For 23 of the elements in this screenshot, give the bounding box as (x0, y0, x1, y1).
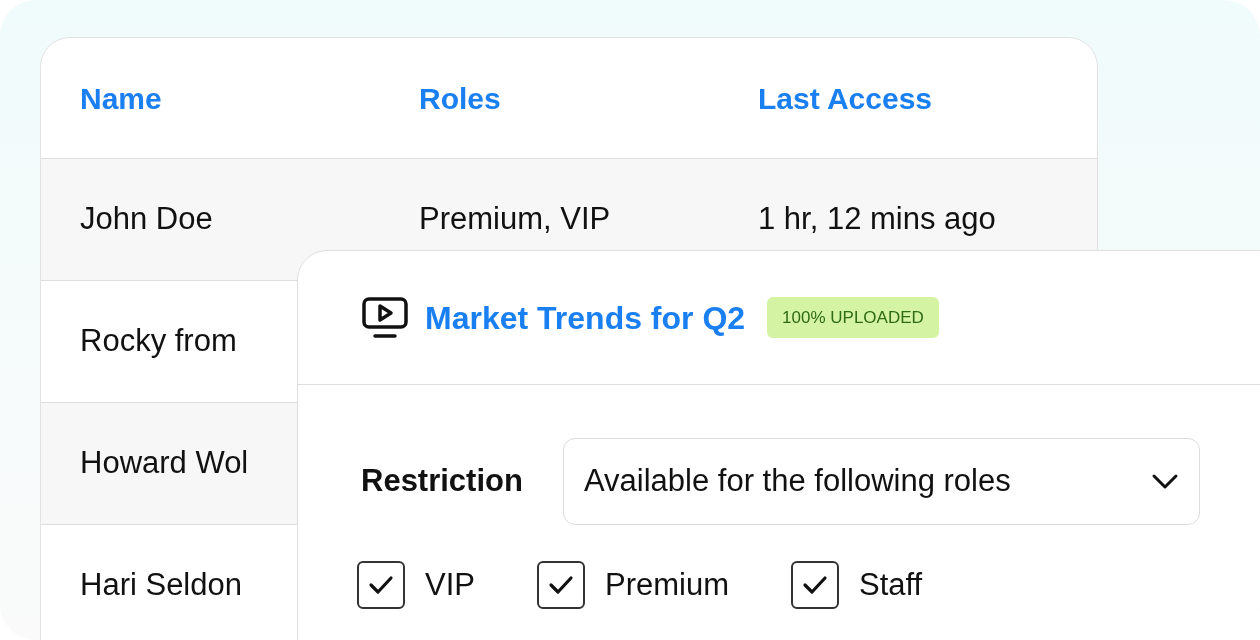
checkbox-label: VIP (425, 565, 475, 604)
table-cell-text: Rocky from (80, 322, 238, 361)
table-cell-text: John Doe (80, 200, 214, 239)
column-header[interactable]: Last Access (758, 75, 1097, 121)
chevron-down-icon (1150, 472, 1179, 491)
video-icon (361, 295, 409, 340)
column-header[interactable]: Roles (419, 75, 758, 121)
restriction-label: Restriction (361, 462, 523, 501)
checkbox[interactable] (536, 561, 585, 609)
table-cell-text: 1 hr, 12 mins ago (758, 200, 997, 239)
checkbox[interactable] (357, 561, 405, 609)
card-title: Market Trends for Q2 (425, 298, 746, 338)
check-icon (802, 575, 828, 595)
status-badge: 100% UPLOADED (767, 296, 939, 339)
table-cell-text: Premium, VIP (419, 200, 612, 239)
checkbox[interactable] (791, 561, 839, 609)
column-header[interactable]: Name (80, 75, 419, 121)
checkbox-label: Premium (604, 565, 729, 604)
checkbox-label: Staff (859, 565, 923, 604)
table-cell-text: Hari Seldon (80, 566, 243, 605)
check-icon (547, 575, 574, 595)
restriction-dropdown[interactable]: Available for the following roles (562, 438, 1200, 525)
check-icon (368, 575, 394, 595)
